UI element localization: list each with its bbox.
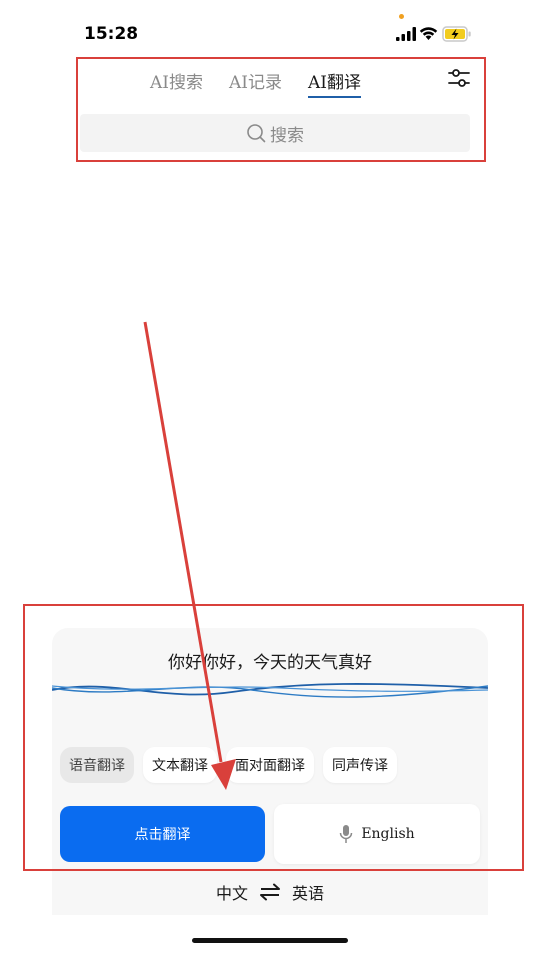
target-language[interactable]: 英语 <box>292 880 324 904</box>
source-language[interactable]: 中文 <box>216 880 248 904</box>
cellular-signal-icon <box>396 27 416 41</box>
annotation-box-header <box>76 57 486 162</box>
language-switcher: 中文 英语 <box>52 880 488 904</box>
privacy-indicator-dot <box>399 14 404 19</box>
swap-languages-icon[interactable] <box>260 883 280 901</box>
wifi-icon <box>419 27 438 40</box>
status-time: 15:28 <box>84 24 139 44</box>
status-bar: 15:28 <box>0 0 540 60</box>
annotation-box-translation <box>23 604 524 871</box>
home-indicator[interactable] <box>192 938 348 943</box>
battery-charging-icon <box>442 26 471 42</box>
screen: 15:28 AI搜索 AI记录 AI翻译 搜索 你好你好，今天的天气真好 语音翻… <box>0 0 540 960</box>
